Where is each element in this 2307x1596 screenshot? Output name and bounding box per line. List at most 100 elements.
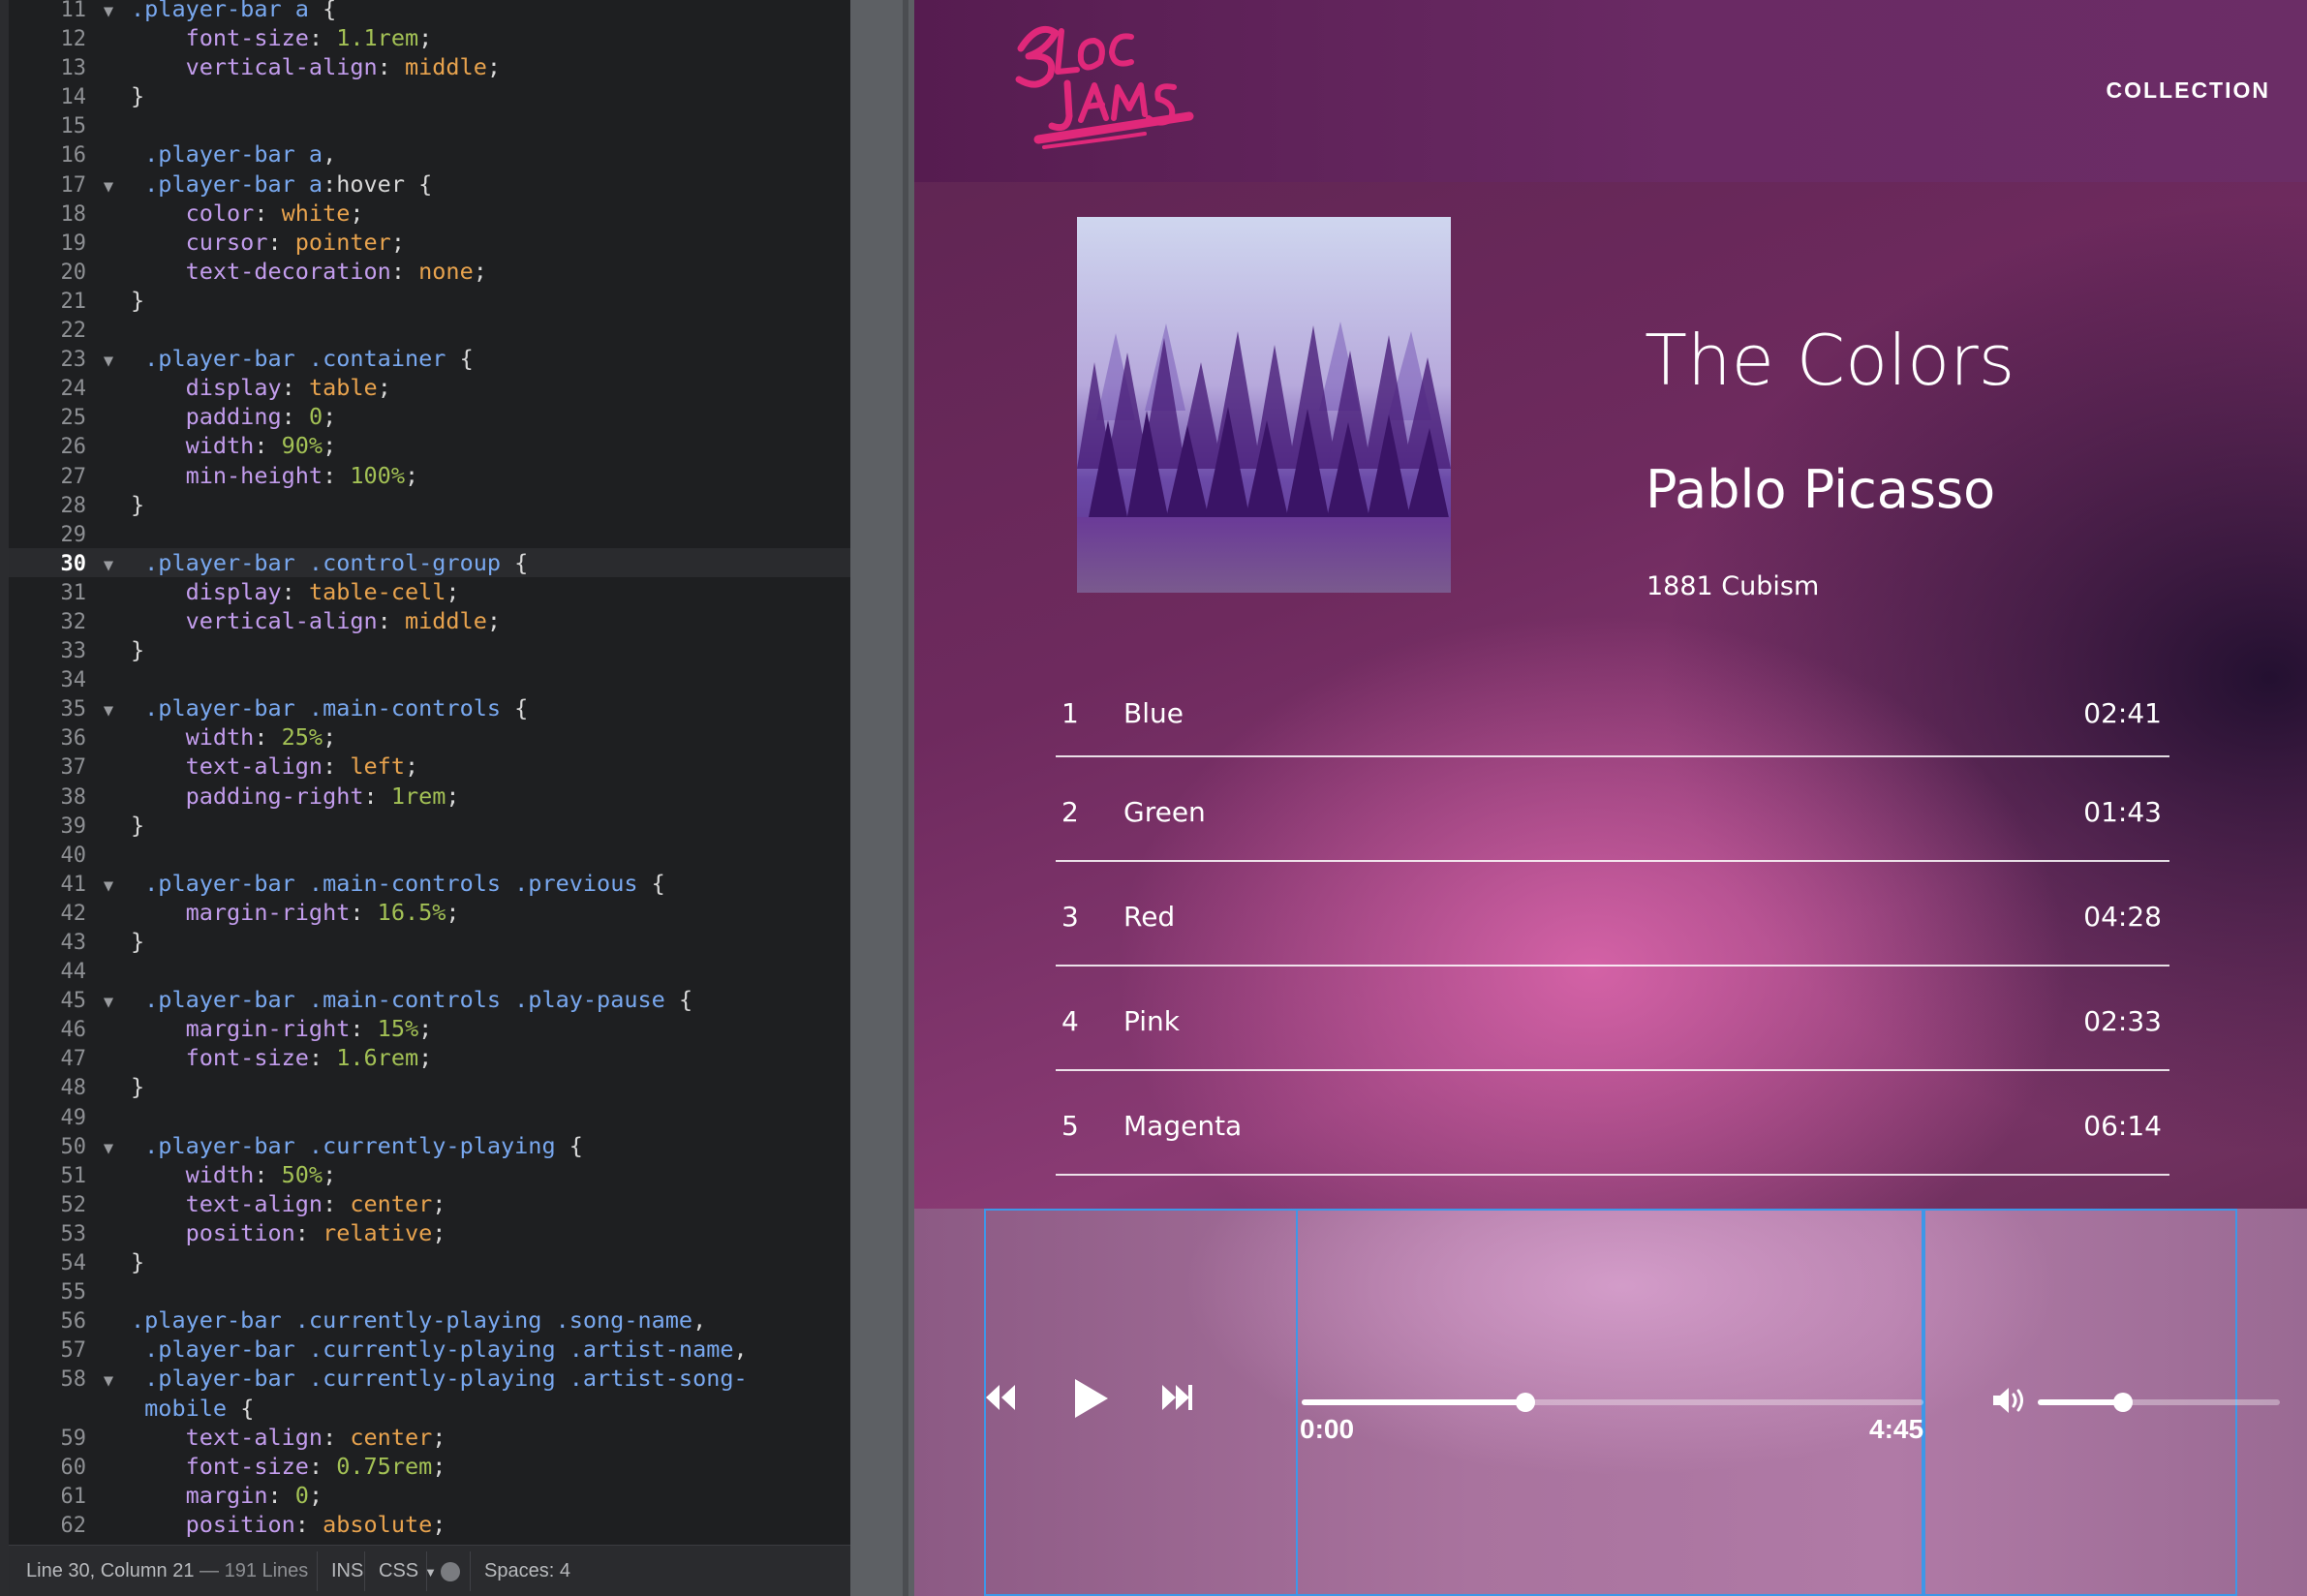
code-line[interactable]: mobile {: [9, 1394, 850, 1423]
code-token: ;: [486, 53, 502, 81]
code-editor[interactable]: 11 ▼ .player-bar a {12 font-size: 1.1rem; 1…: [0, 0, 850, 1596]
code-line[interactable]: 41 ▼ .player-bar .main-controls .previous…: [9, 869, 850, 898]
code-line[interactable]: 53 position: relative;: [9, 1218, 850, 1247]
code-line[interactable]: 27 min-height: 100%;: [9, 461, 850, 490]
album-song-row[interactable]: 4 Pink 02:33: [1056, 967, 2169, 1071]
fold-toggle-icon[interactable]: ▼: [86, 872, 131, 901]
code-line[interactable]: 45 ▼ .player-bar .main-controls .play-pau…: [9, 985, 850, 1014]
next-button[interactable]: [1160, 1381, 1193, 1419]
code-line[interactable]: 43}: [9, 927, 850, 956]
code-line[interactable]: 23 ▼ .player-bar .container {: [9, 344, 850, 373]
song-duration: 02:33: [2083, 1005, 2162, 1037]
code-line[interactable]: 61 margin: 0;: [9, 1481, 850, 1510]
code-line[interactable]: 22: [9, 315, 850, 344]
code-token: 90%: [281, 432, 323, 460]
code-token: ;: [350, 199, 364, 227]
code-line[interactable]: 18 color: white;: [9, 199, 850, 228]
fold-toggle-icon[interactable]: ▼: [86, 1366, 131, 1396]
volume-seek-bar[interactable]: [2038, 1393, 2280, 1412]
code-line[interactable]: 28}: [9, 490, 850, 519]
code-line[interactable]: 25 padding: 0;: [9, 402, 850, 431]
fold-toggle-icon[interactable]: ▼: [86, 347, 131, 376]
code-line[interactable]: 47 font-size: 1.6rem;: [9, 1043, 850, 1072]
indentation-setting[interactable]: Spaces: 4: [484, 1546, 570, 1596]
code-line[interactable]: 17 ▼ .player-bar a:hover {: [9, 169, 850, 199]
code-line[interactable]: 57 .player-bar .currently-playing .artis…: [9, 1335, 850, 1364]
bloc-jams-logo[interactable]: [1000, 12, 1203, 157]
line-number: 62: [60, 1513, 87, 1538]
cursor-position[interactable]: Line 30, Column 21 — 191 Lines: [26, 1546, 308, 1596]
code-line[interactable]: 29: [9, 519, 850, 548]
album-song-row[interactable]: 3 Red 04:28: [1056, 862, 2169, 967]
code-line[interactable]: 48}: [9, 1072, 850, 1101]
code-token: relative: [323, 1218, 433, 1246]
code-line[interactable]: 40: [9, 840, 850, 869]
line-number: 60: [60, 1455, 87, 1480]
volume-seek-thumb[interactable]: [2112, 1393, 2133, 1412]
code-line[interactable]: 34: [9, 664, 850, 693]
volume-button[interactable]: [1991, 1385, 2030, 1421]
code-line[interactable]: 15: [9, 110, 850, 139]
code-line[interactable]: 50 ▼ .player-bar .currently-playing {: [9, 1131, 850, 1160]
code-line[interactable]: 35 ▼ .player-bar .main-controls {: [9, 693, 850, 722]
code-line[interactable]: 16 .player-bar a,: [9, 139, 850, 169]
code-line[interactable]: 39}: [9, 811, 850, 840]
code-line[interactable]: 60 font-size: 0.75rem;: [9, 1452, 850, 1481]
code-line[interactable]: 21}: [9, 286, 850, 315]
code-line[interactable]: 55: [9, 1276, 850, 1305]
nav-collection-link[interactable]: COLLECTION: [2107, 77, 2271, 104]
code-line[interactable]: 38 padding-right: 1rem;: [9, 782, 850, 811]
code-line[interactable]: 62 position: absolute;: [9, 1510, 850, 1539]
insert-mode-indicator[interactable]: INS: [331, 1546, 363, 1596]
code-line[interactable]: 52 text-align: center;: [9, 1189, 850, 1218]
pane-divider[interactable]: [850, 0, 908, 1596]
code-line[interactable]: 12 font-size: 1.1rem;: [9, 23, 850, 52]
fold-toggle-icon[interactable]: ▼: [86, 551, 131, 580]
album-song-row[interactable]: 1 Blue 02:41: [1056, 659, 2169, 757]
code-token: ;: [432, 1189, 446, 1217]
fold-toggle-icon[interactable]: ▼: [86, 0, 131, 26]
code-line[interactable]: 13 vertical-align: middle;: [9, 52, 850, 81]
code-line[interactable]: 20 text-decoration: none;: [9, 257, 850, 286]
code-line[interactable]: 54}: [9, 1247, 850, 1276]
code-line[interactable]: 36 width: 25%;: [9, 722, 850, 752]
code-line[interactable]: 49: [9, 1102, 850, 1131]
code-token: left: [350, 752, 405, 781]
code-line[interactable]: 59 text-align: center;: [9, 1423, 850, 1452]
code-line[interactable]: 33}: [9, 635, 850, 664]
linter-status-button[interactable]: [441, 1546, 460, 1596]
album-song-row[interactable]: 5 Magenta 06:14: [1056, 1071, 2169, 1176]
fold-toggle-icon[interactable]: ▼: [86, 172, 131, 201]
code-area[interactable]: 11 ▼ .player-bar a {12 font-size: 1.1rem; 1…: [9, 0, 850, 1539]
code-token: width: [185, 723, 255, 752]
fold-toggle-icon[interactable]: ▼: [86, 1134, 131, 1163]
language-selector[interactable]: CSS ▼: [379, 1546, 437, 1596]
album-song-row[interactable]: 2 Green 01:43: [1056, 757, 2169, 862]
code-token: ;: [432, 1510, 446, 1538]
code-line[interactable]: 24 display: table;: [9, 373, 850, 402]
code-line[interactable]: 11 ▼ .player-bar a {: [9, 0, 850, 23]
line-number: 15: [60, 114, 87, 139]
play-pause-button[interactable]: [1069, 1375, 1112, 1427]
song-seek-bar[interactable]: [1302, 1393, 1923, 1412]
code-line[interactable]: 56 .player-bar .currently-playing .song-n…: [9, 1305, 850, 1335]
code-token: :: [267, 1481, 295, 1509]
code-line[interactable]: 46 margin-right: 15%;: [9, 1014, 850, 1043]
active-code-line[interactable]: 30 ▼ .player-bar .control-group {: [9, 547, 850, 580]
code-line[interactable]: 58 ▼ .player-bar .currently-playing .arti…: [9, 1364, 850, 1393]
code-line[interactable]: 14}: [9, 81, 850, 110]
fold-toggle-icon[interactable]: ▼: [86, 988, 131, 1017]
fold-toggle-icon[interactable]: ▼: [86, 696, 131, 725]
code-line[interactable]: 42 margin-right: 16.5%;: [9, 898, 850, 927]
code-token: :: [323, 461, 351, 489]
code-line[interactable]: 31 display: table-cell;: [9, 577, 850, 606]
previous-button[interactable]: [984, 1381, 1017, 1419]
code-line[interactable]: 44: [9, 956, 850, 985]
code-line[interactable]: 26 width: 90%;: [9, 431, 850, 460]
code-line[interactable]: 51 width: 50%;: [9, 1160, 850, 1189]
code-line[interactable]: 19 cursor: pointer;: [9, 228, 850, 257]
code-line[interactable]: 32 vertical-align: middle;: [9, 606, 850, 635]
song-seek-thumb[interactable]: [1516, 1393, 1536, 1412]
code-line[interactable]: 37 text-align: left;: [9, 752, 850, 781]
